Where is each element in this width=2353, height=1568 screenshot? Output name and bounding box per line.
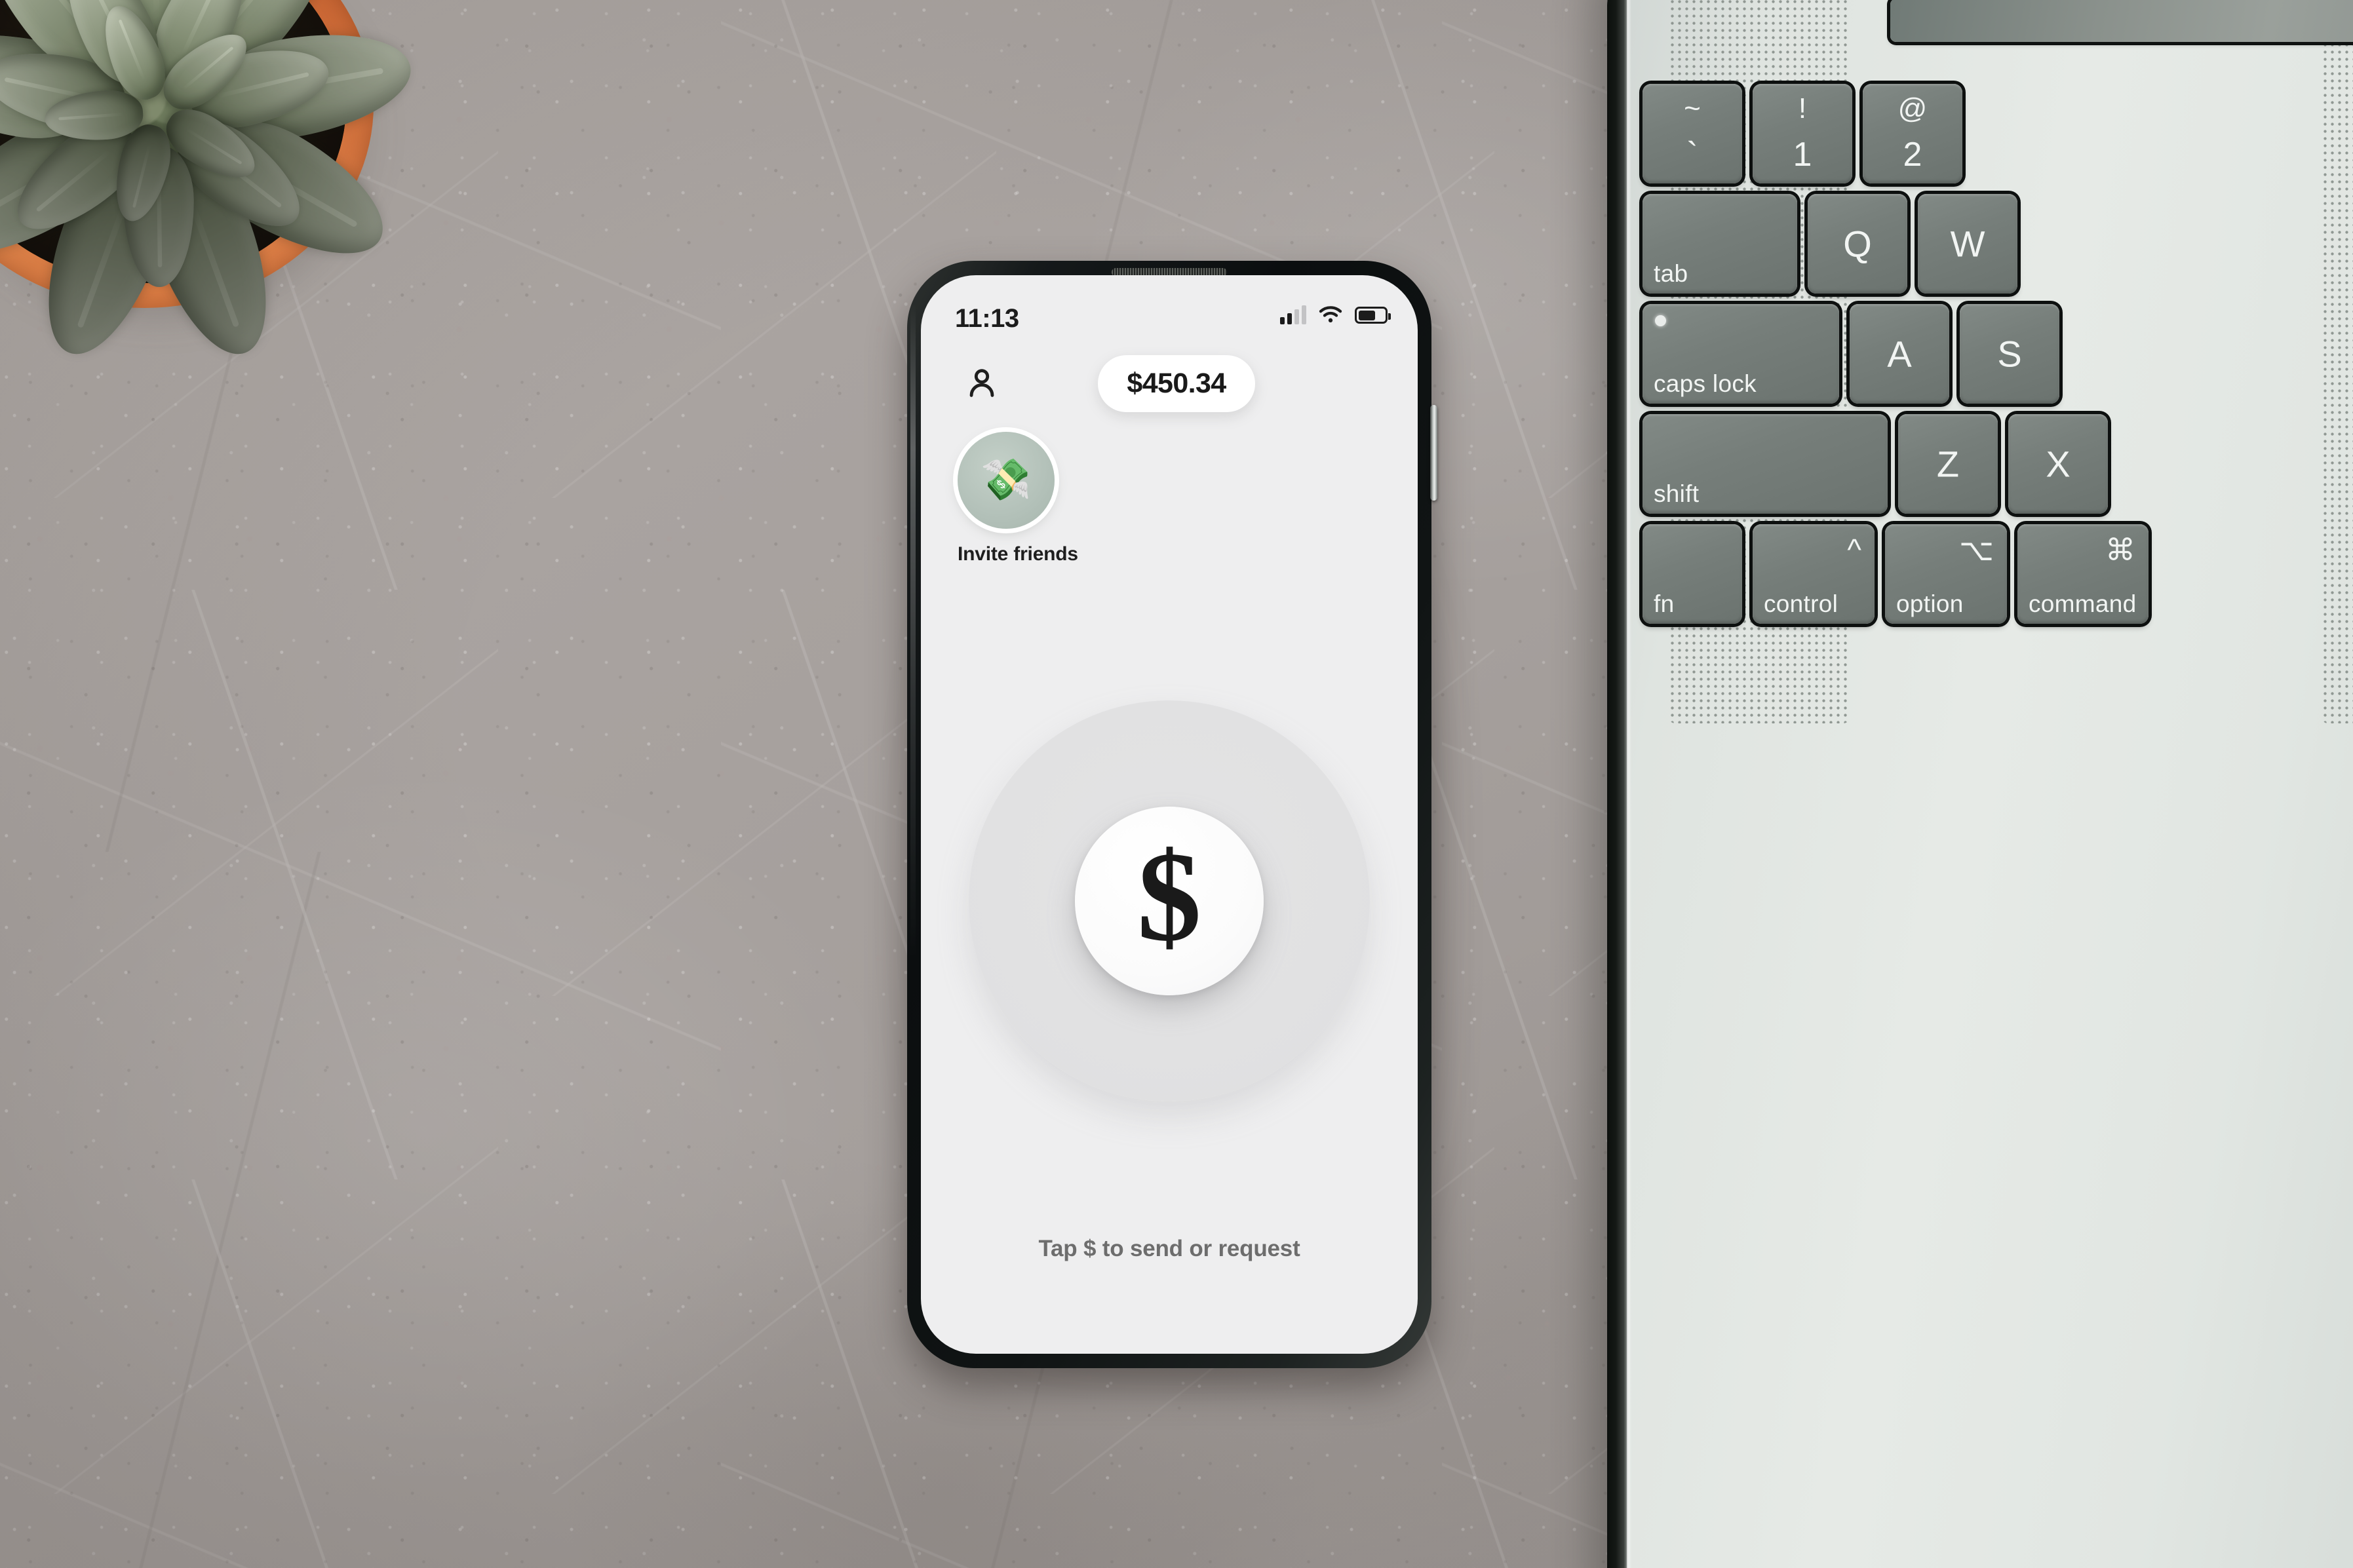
succulent-plant bbox=[0, 0, 419, 370]
key-a[interactable]: A bbox=[1850, 304, 1949, 404]
key-q[interactable]: Q bbox=[1808, 194, 1907, 294]
key-z[interactable]: Z bbox=[1898, 414, 1998, 514]
key-capslock[interactable]: caps lock bbox=[1643, 304, 1839, 404]
key-tab-label: tab bbox=[1654, 260, 1688, 287]
wifi-icon bbox=[1319, 306, 1342, 322]
desk-scene: ~ `! 1 @2 tab Q Wcaps lock A Sshift Z Xfn ^ control ⌥… bbox=[0, 0, 2353, 1568]
key-w[interactable]: W bbox=[1918, 194, 2017, 294]
keyboard-deck: ~ `! 1 @2 tab Q Wcaps lock A Sshift Z Xfn ^ control ⌥… bbox=[1633, 0, 2353, 776]
person-icon bbox=[969, 368, 994, 397]
app-top-bar: $450.34 bbox=[921, 355, 1418, 412]
key-capslock-label: caps lock bbox=[1654, 370, 1757, 397]
key-s-label: S bbox=[1997, 333, 2022, 375]
money-emoji-icon: 💸 bbox=[958, 432, 1055, 529]
profile-button[interactable] bbox=[958, 360, 1006, 408]
smartphone: 11:13 $450.34 💸 Invite friends $ Tap $ t… bbox=[907, 261, 1437, 1368]
key-fn-label: fn bbox=[1654, 590, 1675, 617]
key-tilde[interactable]: ~ ` bbox=[1643, 84, 1742, 183]
speaker-grille-right bbox=[2322, 0, 2353, 723]
caps-lock-indicator-icon bbox=[1655, 315, 1666, 326]
key-shift-label: shift bbox=[1654, 480, 1700, 507]
key-two[interactable]: @2 bbox=[1863, 84, 1962, 183]
key-tilde-label: ` bbox=[1686, 136, 1698, 174]
key-control-symbol: ^ bbox=[1847, 533, 1861, 567]
touch-bar[interactable] bbox=[1890, 0, 2353, 42]
key-two-upper-label: @ bbox=[1897, 92, 1928, 124]
key-fn[interactable]: fn bbox=[1643, 524, 1742, 624]
phone-edge-highlight bbox=[910, 304, 916, 959]
key-z-label: Z bbox=[1936, 443, 1960, 485]
dollar-sign-icon: $ bbox=[1137, 825, 1201, 968]
status-time: 11:13 bbox=[955, 304, 1019, 333]
key-x[interactable]: X bbox=[2008, 414, 2108, 514]
key-option[interactable]: ⌥ option bbox=[1885, 524, 2007, 624]
hint-text: Tap $ to send or request bbox=[1038, 1236, 1300, 1261]
key-one-upper-label: ! bbox=[1798, 92, 1807, 124]
key-tilde-upper-label: ~ bbox=[1684, 92, 1701, 124]
key-one[interactable]: ! 1 bbox=[1753, 84, 1852, 183]
status-icons bbox=[1280, 305, 1391, 325]
key-option-symbol: ⌥ bbox=[1958, 533, 1994, 567]
laptop-edge bbox=[1607, 0, 1628, 1568]
key-command-label: command bbox=[2029, 590, 2137, 617]
macbook-laptop: ~ `! 1 @2 tab Q Wcaps lock A Sshift Z Xfn ^ control ⌥… bbox=[1607, 0, 2353, 1568]
status-bar: 11:13 bbox=[921, 275, 1418, 343]
key-w-label: W bbox=[1950, 223, 1985, 265]
invite-friends-shortcut[interactable]: 💸 Invite friends bbox=[921, 432, 1078, 565]
key-q-label: Q bbox=[1843, 223, 1872, 265]
key-one-label: 1 bbox=[1793, 136, 1812, 174]
key-option-label: option bbox=[1896, 590, 1964, 617]
phone-screen: 11:13 $450.34 💸 Invite friends $ Tap $ t… bbox=[921, 275, 1418, 1354]
key-tab[interactable]: tab bbox=[1643, 194, 1797, 294]
battery-icon bbox=[1355, 307, 1391, 324]
key-two-label: 2 bbox=[1903, 136, 1922, 174]
key-a-label: A bbox=[1887, 333, 1912, 375]
key-command-symbol: ⌘ bbox=[2105, 533, 2135, 567]
balance-pill[interactable]: $450.34 bbox=[1098, 355, 1255, 412]
key-x-label: X bbox=[2046, 443, 2071, 485]
laptop-edge-highlight bbox=[1627, 0, 1631, 1568]
key-s[interactable]: S bbox=[1960, 304, 2059, 404]
key-control[interactable]: ^ control bbox=[1753, 524, 1875, 624]
dollar-action-button[interactable]: $ bbox=[1075, 806, 1264, 995]
phone-power-button[interactable] bbox=[1430, 405, 1437, 501]
invite-friends-label: Invite friends bbox=[958, 543, 1078, 565]
primary-action-area: $ bbox=[921, 565, 1418, 1236]
key-control-label: control bbox=[1764, 590, 1838, 617]
key-shift[interactable]: shift bbox=[1643, 414, 1888, 514]
cellular-signal-icon bbox=[1280, 305, 1306, 324]
key-command[interactable]: ⌘ command bbox=[2017, 524, 2149, 624]
